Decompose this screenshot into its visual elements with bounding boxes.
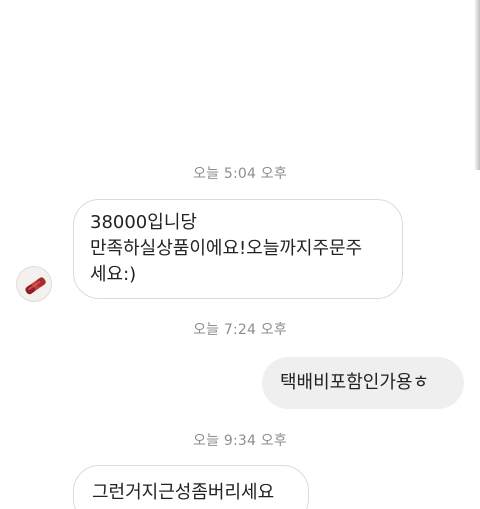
timestamp: 오늘 9:34 오후 — [193, 433, 287, 449]
incoming-message-bubble[interactable]: 그런거지근성좀버리세요 — [73, 465, 309, 509]
sender-avatar[interactable] — [16, 266, 52, 302]
timestamp: 오늘 7:24 오후 — [193, 322, 287, 338]
outgoing-message-bubble[interactable]: 택배비포함인가용ㅎ — [262, 357, 464, 409]
edge-shadow — [474, 0, 480, 170]
incoming-message-bubble[interactable]: 38000입니당 만족하실상품이에요!오늘까지주문주 세요:) — [73, 199, 403, 299]
timestamp: 오늘 5:04 오후 — [193, 166, 287, 182]
chat-screen: 오늘 5:04 오후 38000입니당 만족하실상품이에요!오늘까지주문주 세요… — [0, 0, 480, 509]
product-thumbnail-icon — [25, 277, 46, 295]
